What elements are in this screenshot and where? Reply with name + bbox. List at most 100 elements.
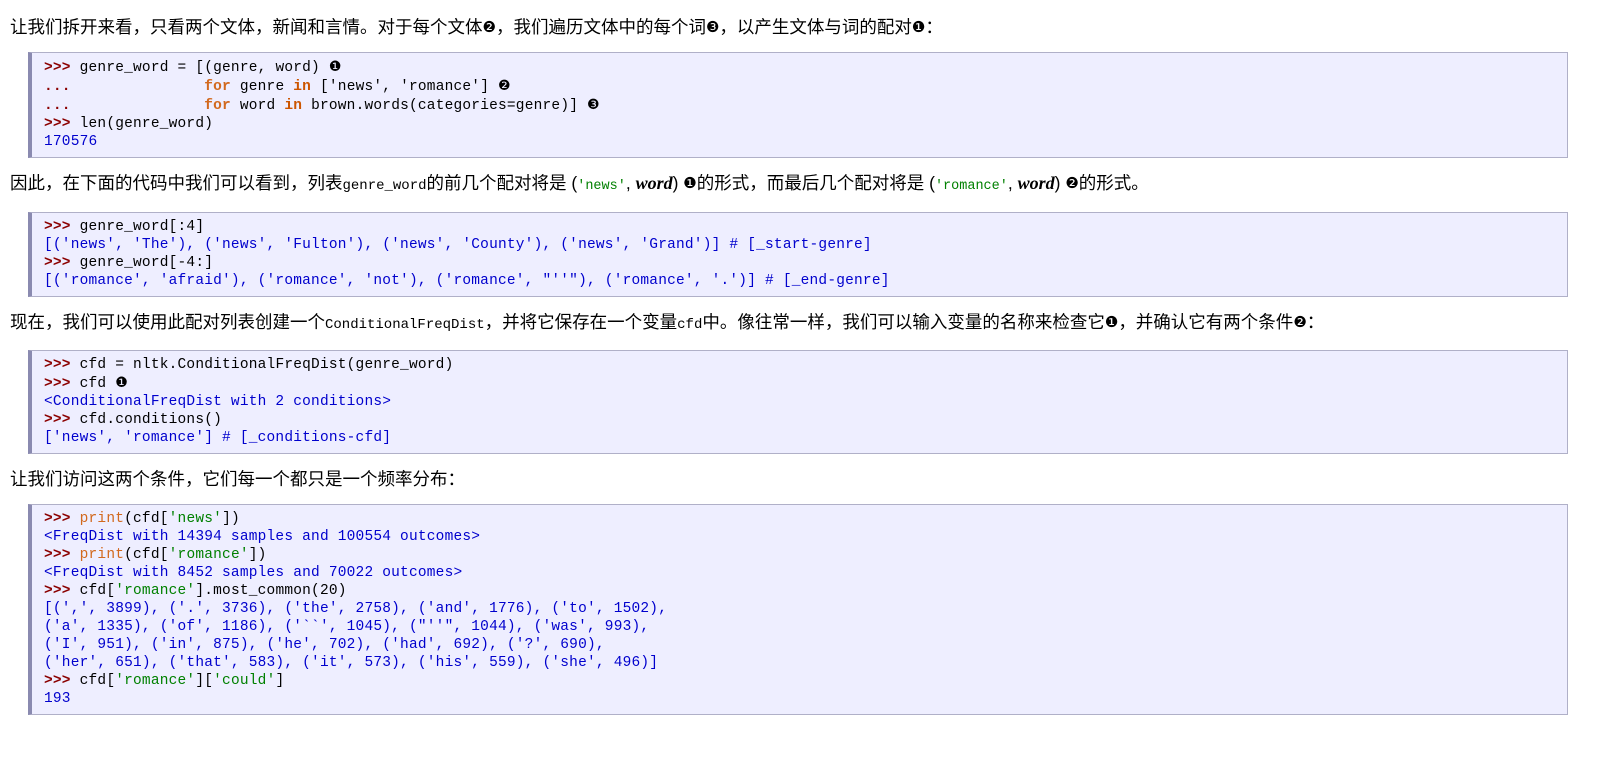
code-text-4: len(genre_word) [79,116,214,132]
prompt-2: >>> [44,376,80,392]
code-text-3: cfd.conditions() [79,412,223,428]
code-text-2: genre_word[-4:] [79,255,214,271]
p3-inline-code-cfd-var: cfd [677,317,703,333]
p2-seg3: , [625,173,636,193]
code-text-3: word [239,98,285,114]
code-output-4: ('a', 1335), ('of', 1186), ('``', 1045),… [44,619,650,635]
p2-seg5: 的形式，而最后几个配对将是 ( [696,173,935,193]
p2-inline-code-1: genre_word [342,178,427,194]
callout-marker-1: ❶ [328,59,342,75]
code-text-3: cfd[ [79,583,116,599]
callout-marker-1: ❶ [1104,313,1119,331]
code-rest-1: ]) [222,511,240,527]
paragraph-2: 因此，在下面的代码中我们可以看到，列表genre_word的前几个配对将是 ('… [6,164,1607,206]
prompt-1: >>> [44,357,80,373]
p2-string-romance: 'romance' [934,179,1008,194]
paragraph-4: 让我们访问这两个条件，它们每一个都只是一个频率分布： [6,460,1607,498]
p1-seg2: ，我们遍历文体中的每个词 [495,17,706,37]
p3-seg2: ，并将它保存在一个变量 [484,312,678,332]
code-output-5: ('I', 951), ('in', 875), ('he', 702), ('… [44,637,605,653]
callout-marker-2: ❷ [498,78,511,94]
prompt-cont-1: ... [44,79,80,95]
p2-var-word-2: word [1017,173,1055,193]
prompt-3: >>> [44,583,80,599]
code-output-3: [(',', 3899), ('.', 3736), ('the', 2758)… [44,601,668,617]
p2-seg8: 的形式。 [1078,173,1149,193]
code-output-1: <FreqDist with 14394 samples and 100554 … [44,529,481,545]
prompt-2: >>> [44,547,80,563]
prompt-2: >>> [44,255,80,271]
p3-seg5: ： [1306,312,1325,332]
code-text-2: genre [239,79,294,95]
callout-marker-1: ❶ [115,375,128,391]
p3-inline-code-cfd-class: ConditionalFreqDist [325,317,485,333]
string-romance-1: 'romance' [168,547,249,563]
p2-seg4: ) [672,173,684,193]
code-list-1: ['news', 'romance'] [319,79,499,95]
string-romance-2: 'romance' [115,583,196,599]
code-content-4: >>> print(cfd['news']) <FreqDist with 14… [44,510,1561,708]
code-block-genre-word-construction[interactable]: >>> genre_word = [(genre, word) ❶ ... fo… [28,52,1568,158]
code-content-1: >>> genre_word = [(genre, word) ❶ ... fo… [44,58,1561,151]
paragraph-3: 现在，我们可以使用此配对列表创建一个ConditionalFreqDist，并将… [6,303,1607,344]
p2-var-word-1: word [635,173,673,193]
keyword-in-1: in [293,79,320,95]
code-output-1: <ConditionalFreqDist with 2 conditions> [44,394,392,410]
code-output-7: 193 [44,691,71,707]
prompt-1: >>> [44,60,80,76]
p3-seg1: 现在，我们可以使用此配对列表创建一个 [10,312,325,332]
code-content-2: >>> genre_word[:4] [('news', 'The'), ('n… [44,218,1561,290]
prompt-2: >>> [44,116,80,132]
keyword-in-2: in [284,98,312,114]
string-could: 'could' [213,673,276,689]
code-block-genre-word-slices[interactable]: >>> genre_word[:4] [('news', 'The'), ('n… [28,212,1568,297]
p2-seg2: 的前几个配对将是 ( [426,173,578,193]
p1-seg1: 让我们拆开来看，只看两个文体，新闻和言情。对于每个文体 [10,17,483,37]
indent-1 [80,79,205,95]
builtin-print-2: print [79,547,125,563]
indent-2 [80,98,205,114]
code-rest-3: ].most_common(20) [195,583,347,599]
code-text-1: genre_word[:4] [79,219,205,235]
code-output-6: ('her', 651), ('that', 583), ('it', 573)… [44,655,659,671]
code-output-1: 170576 [44,134,98,150]
prompt-1: >>> [44,511,80,527]
code-content-3: >>> cfd = nltk.ConditionalFreqDist(genre… [44,356,1561,447]
paragraph-1: 让我们拆开来看，只看两个文体，新闻和言情。对于每个文体❷，我们遍历文体中的每个词… [6,8,1607,46]
p4-seg1: 让我们访问这两个条件，它们每一个都只是一个频率分布： [10,469,465,489]
code-block-cfd-freqdist-inspection[interactable]: >>> print(cfd['news']) <FreqDist with 14… [28,504,1568,715]
prompt-cont-2: ... [44,98,80,114]
keyword-for-2: for [204,98,240,114]
string-romance-3: 'romance' [115,673,196,689]
callout-marker-2: ❷ [1065,174,1079,192]
code-rest-2: ]) [248,547,267,563]
prompt-3: >>> [44,412,80,428]
p2-string-news: 'news' [577,179,626,194]
code-text-1: genre_word = [(genre, word) [79,60,329,76]
p2-seg6: , [1007,173,1018,193]
prompt-1: >>> [44,219,80,235]
builtin-print-1: print [79,511,125,527]
p3-seg3: 中。像往常一样，我们可以输入变量的名称来检查它 [702,312,1105,332]
prompt-4: >>> [44,673,80,689]
p3-seg4: ，并确认它有两个条件 [1118,312,1294,332]
p1-seg3: ，以产生文体与词的配对 [719,17,912,37]
code-block-cfd-creation[interactable]: >>> cfd = nltk.ConditionalFreqDist(genre… [28,350,1568,454]
code-text-4: cfd[ [79,673,116,689]
code-text-2: cfd [79,376,116,392]
callout-marker-1: ❶ [911,18,926,36]
code-output-2: <FreqDist with 8452 samples and 70022 ou… [44,565,463,581]
code-output-2: [('romance', 'afraid'), ('romance', 'not… [44,273,890,289]
callout-marker-1: ❶ [683,174,697,192]
callout-marker-2: ❷ [482,18,496,36]
p2-seg7: ) [1054,173,1066,193]
code-output-1: [('news', 'The'), ('news', 'Fulton'), ('… [44,237,872,253]
code-output-2: ['news', 'romance'] # [_conditions-cfd] [44,430,392,446]
code-text-2: (cfd[ [124,547,169,563]
code-text-1: cfd = nltk.ConditionalFreqDist(genre_wor… [79,357,454,373]
p1-seg4: ： [925,17,943,37]
code-text-1: (cfd[ [124,511,169,527]
code-rest-5: ] [275,673,285,689]
string-news-1: 'news' [168,511,223,527]
callout-marker-3: ❸ [587,97,600,113]
